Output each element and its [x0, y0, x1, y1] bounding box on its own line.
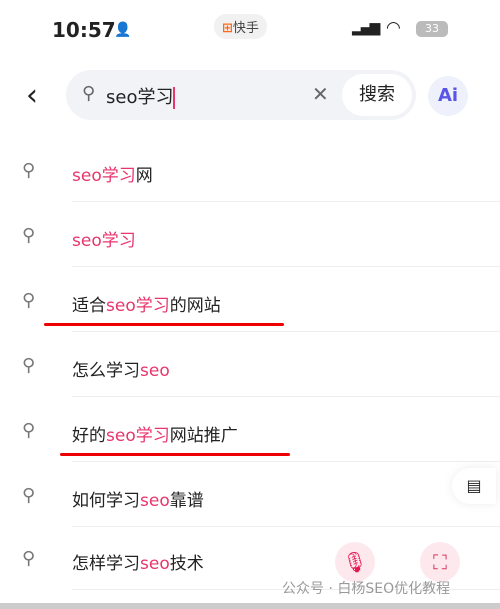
suggestion-item[interactable]: ⚲ seo学习 — [0, 207, 500, 267]
app-name: 快手 — [232, 21, 259, 36]
red-underline — [60, 453, 290, 456]
signal-icon: ▂▄▆ — [352, 20, 380, 36]
divider — [72, 266, 500, 267]
suggestion-item[interactable]: ⚲ 怎么学习seo — [0, 337, 500, 397]
search-icon: ⚲ — [22, 355, 36, 376]
divider — [72, 201, 500, 202]
suggestion-text: 怎么学习seo — [72, 361, 170, 381]
back-button[interactable]: ‹ — [26, 78, 38, 113]
ai-button[interactable]: Ai — [428, 76, 468, 116]
search-icon: ⚲ — [22, 225, 36, 246]
microphone-icon[interactable]: 🎙 — [335, 542, 375, 582]
watermark: 公众号 · 白杨SEO优化教程 — [282, 581, 451, 597]
clear-icon[interactable]: ✕ — [312, 82, 329, 106]
suggestion-text: 如何学习seo靠谱 — [72, 491, 204, 511]
search-icon: ⚲ — [22, 420, 36, 441]
status-bar: 10:57 👤 ⊞快手 ▂▄▆ ◠ 33 — [0, 14, 500, 44]
search-icon: ⚲ — [22, 548, 36, 569]
suggestion-text: seo学习 — [72, 231, 136, 251]
divider — [72, 461, 500, 462]
search-icon: ⚲ — [82, 83, 96, 104]
wifi-icon: ◠ — [386, 18, 401, 38]
red-underline — [44, 323, 284, 326]
battery-icon: 33 — [416, 21, 448, 37]
divider — [72, 526, 500, 527]
search-button[interactable]: 搜索 — [342, 74, 412, 116]
kuaishou-logo-icon: ⊞ — [222, 21, 233, 36]
divider — [72, 331, 500, 332]
suggestion-item[interactable]: ⚲ seo学习网 — [0, 142, 500, 202]
scan-icon[interactable]: ⛶ — [420, 542, 460, 582]
suggestion-text: 怎样学习seo技术 — [72, 554, 204, 574]
suggestion-text: 适合seo学习的网站 — [72, 296, 221, 316]
search-input[interactable]: seo学习 — [106, 83, 176, 109]
suggestion-text: seo学习网 — [72, 166, 153, 186]
search-bar[interactable]: ⚲ seo学习 ✕ 搜索 — [66, 70, 416, 120]
divider — [72, 396, 500, 397]
clock: 10:57 — [52, 18, 116, 42]
search-icon: ⚲ — [22, 160, 36, 181]
suggestion-item[interactable]: ⚲ 如何学习seo靠谱 — [0, 467, 500, 527]
notes-icon[interactable]: ▤ — [452, 468, 496, 504]
person-icon: 👤 — [114, 22, 132, 38]
search-icon: ⚲ — [22, 290, 36, 311]
text-cursor — [173, 87, 176, 109]
bottom-bar — [0, 603, 500, 609]
search-icon: ⚲ — [22, 485, 36, 506]
suggestion-text: 好的seo学习网站推广 — [72, 426, 238, 446]
app-indicator: ⊞快手 — [214, 14, 267, 39]
